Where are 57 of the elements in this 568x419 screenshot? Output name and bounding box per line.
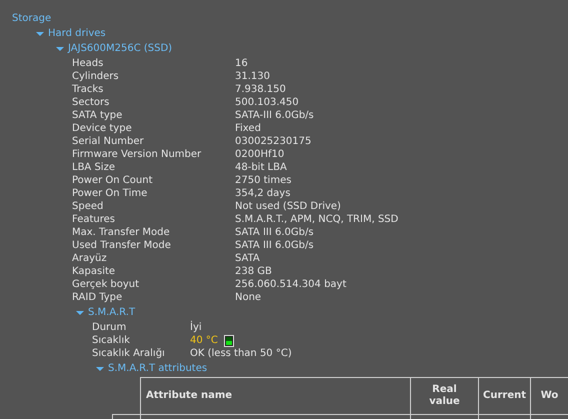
- property-value: SATA III 6.0Gb/s: [235, 226, 314, 239]
- property-value: 7.938.150: [235, 83, 286, 96]
- property-value: 500.103.450: [235, 96, 299, 109]
- property-name: Power On Count: [72, 174, 154, 187]
- collapse-arrow-icon[interactable]: [36, 30, 44, 36]
- property-value: 354,2 days: [235, 187, 290, 200]
- collapse-arrow-icon[interactable]: [56, 46, 64, 52]
- property-value: 030025230175: [235, 135, 312, 148]
- property-value: SATA-III 6.0Gb/s: [235, 109, 314, 122]
- property-value: 48-bit LBA: [235, 161, 287, 174]
- property-name: Max. Transfer Mode: [72, 226, 171, 239]
- column-header[interactable]: Current: [478, 377, 530, 414]
- property-name: Device type: [72, 122, 133, 135]
- property-name: Serial Number: [72, 135, 145, 148]
- column-header[interactable]: Real value: [410, 377, 478, 414]
- property-name: Durum: [92, 321, 128, 334]
- property-value: SATA III 6.0Gb/s: [235, 239, 314, 252]
- property-name: Sectors: [72, 96, 110, 109]
- property-value: Not used (SSD Drive): [235, 200, 341, 213]
- tree-node[interactable]: Storage: [12, 12, 52, 26]
- property-value: 256.060.514.304 bayt: [235, 278, 346, 291]
- property-value: 40 °C: [190, 334, 218, 347]
- property-name: Tracks: [72, 83, 104, 96]
- property-name: Firmware Version Number: [72, 148, 202, 161]
- property-value: 238 GB: [235, 265, 272, 278]
- collapse-arrow-icon[interactable]: [76, 310, 84, 316]
- property-value: Fixed: [235, 122, 261, 135]
- property-name: Kapasite: [72, 265, 116, 278]
- property-value: OK (less than 50 °C): [190, 347, 292, 360]
- column-header[interactable]: Wo: [530, 377, 568, 414]
- property-name: Power On Time: [72, 187, 148, 200]
- property-name: Cylinders: [72, 70, 120, 83]
- property-value: 0200Hf10: [235, 148, 284, 161]
- property-name: Features: [72, 213, 116, 226]
- property-value: S.M.A.R.T., APM, NCQ, TRIM, SSD: [235, 213, 398, 226]
- property-value: 31.130: [235, 70, 270, 83]
- property-name: RAID Type: [72, 291, 124, 304]
- property-name: SATA type: [72, 109, 124, 122]
- property-name: Gerçek boyut: [72, 278, 140, 291]
- collapse-arrow-icon[interactable]: [96, 366, 104, 372]
- property-value: SATA: [235, 252, 260, 265]
- property-value: 2750 times: [235, 174, 292, 187]
- property-name: Speed: [72, 200, 104, 213]
- tree-node[interactable]: Hard drives: [48, 26, 106, 40]
- column-header[interactable]: Attribute name: [140, 377, 410, 414]
- property-name: Heads: [72, 57, 104, 70]
- property-value: 16: [235, 57, 248, 70]
- tree-node[interactable]: JAJS600M256C (SSD): [68, 42, 172, 56]
- property-name: Sıcaklık Aralığı: [92, 347, 166, 360]
- property-name: Arayüz: [72, 252, 108, 265]
- tree-node[interactable]: S.M.A.R.T: [88, 306, 136, 320]
- property-name: LBA Size: [72, 161, 116, 174]
- property-value: None: [235, 291, 262, 304]
- property-value: İyi: [190, 321, 202, 334]
- property-name: Used Transfer Mode: [72, 239, 172, 252]
- tree-node[interactable]: S.M.A.R.T attributes: [108, 362, 208, 376]
- property-name: Sıcaklık: [92, 334, 131, 347]
